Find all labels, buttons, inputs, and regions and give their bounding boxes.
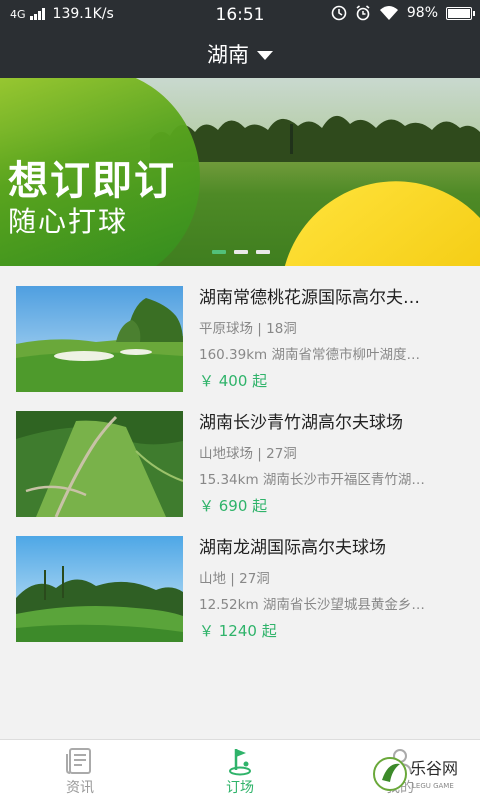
chevron-down-icon: [257, 51, 273, 60]
banner-tagline: 随心打球: [8, 205, 129, 238]
course-photo: [16, 536, 183, 642]
region-title: 湖南: [207, 43, 249, 67]
course-name: 湖南常德桃花源国际高尔夫…: [199, 288, 420, 308]
course-name: 湖南长沙青竹湖高尔夫球场: [199, 413, 403, 433]
wifi-icon: [379, 6, 398, 20]
course-info: 湖南龙湖国际高尔夫球场 山地 | 27洞 12.52km 湖南省长沙望城县黄金乡…: [199, 536, 465, 642]
golf-flag-icon: [229, 749, 251, 776]
course-price: ￥ 690 起: [199, 497, 268, 515]
course-item[interactable]: 湖南龙湖国际高尔夫球场 山地 | 27洞 12.52km 湖南省长沙望城县黄金乡…: [0, 516, 480, 642]
carousel-dot: [256, 250, 270, 254]
tab-booking[interactable]: 订场: [160, 740, 320, 800]
course-address: 12.52km 湖南省长沙望城县黄金乡…: [199, 597, 425, 613]
course-price: ￥ 1240 起: [199, 622, 277, 640]
status-bar: 4G 139.1K/s 16:51 98%: [0, 0, 480, 30]
promo-banner[interactable]: 想订即订 随心打球: [0, 78, 480, 266]
course-list: 湖南常德桃花源国际高尔夫… 平原球场 | 18洞 160.39km 湖南省常德市…: [0, 266, 480, 642]
watermark-text: 乐谷网: [410, 759, 458, 778]
region-selector[interactable]: 湖南: [0, 30, 480, 78]
banner-headline: 想订即订: [8, 158, 176, 204]
course-photo: [16, 286, 183, 392]
news-icon: [66, 748, 91, 774]
battery-percent: 98%: [406, 5, 438, 21]
tab-news[interactable]: 资讯: [0, 740, 160, 800]
course-type: 平原球场 | 18洞: [199, 321, 297, 337]
course-price: ￥ 400 起: [199, 372, 268, 390]
watermark-sub: LEGU GAME: [412, 782, 454, 790]
course-address: 160.39km 湖南省常德市柳叶湖度…: [199, 347, 420, 363]
status-right: 98%: [331, 5, 475, 21]
carousel-indicator: [212, 250, 270, 254]
course-type: 山地球场 | 27洞: [199, 446, 297, 462]
course-item[interactable]: 湖南长沙青竹湖高尔夫球场 山地球场 | 27洞 15.34km 湖南长沙市开福区…: [0, 391, 480, 517]
course-address: 15.34km 湖南长沙市开福区青竹湖…: [199, 472, 425, 488]
yellow-accent-shape: [250, 151, 480, 266]
tree-line-graphic: [150, 115, 480, 162]
course-photo: [16, 411, 183, 517]
course-name: 湖南龙湖国际高尔夫球场: [199, 538, 386, 558]
alarm-icon: [356, 5, 370, 21]
do-not-disturb-icon: [331, 5, 347, 21]
carousel-dot: [212, 250, 226, 254]
tab-label: 资讯: [66, 780, 94, 796]
tab-label: 订场: [226, 780, 254, 796]
course-type: 山地 | 27洞: [199, 571, 270, 587]
course-item[interactable]: 湖南常德桃花源国际高尔夫… 平原球场 | 18洞 160.39km 湖南省常德市…: [0, 266, 480, 392]
battery-icon: [446, 6, 475, 20]
carousel-dot: [234, 250, 248, 254]
watermark-logo: 乐谷网 LEGU GAME: [373, 757, 458, 791]
course-info: 湖南长沙青竹湖高尔夫球场 山地球场 | 27洞 15.34km 湖南长沙市开福区…: [199, 411, 465, 517]
course-info: 湖南常德桃花源国际高尔夫… 平原球场 | 18洞 160.39km 湖南省常德市…: [199, 286, 465, 392]
